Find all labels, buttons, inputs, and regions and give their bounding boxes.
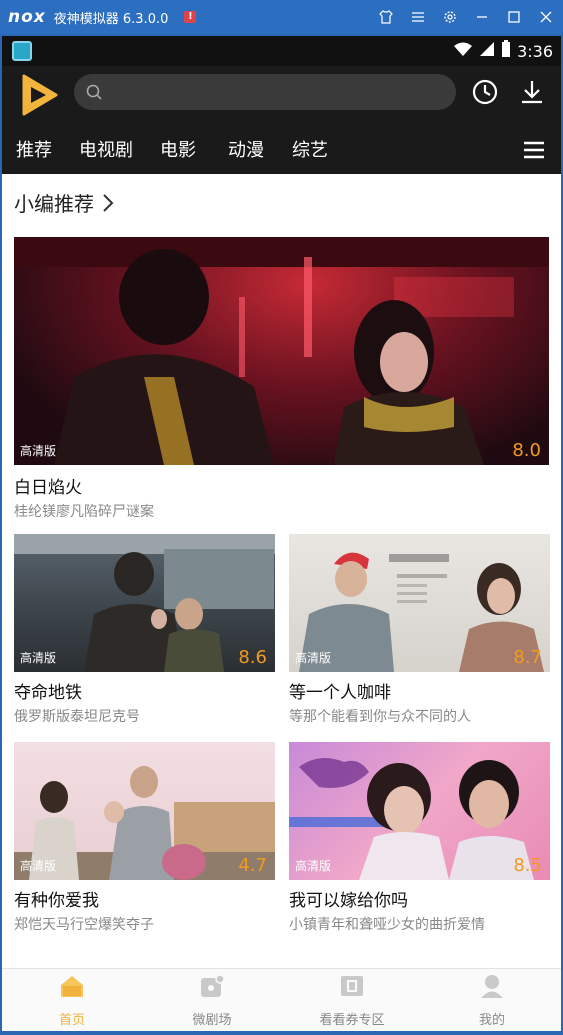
app-header bbox=[2, 66, 561, 128]
main-content: 小编推荐 高清版 8.0 白日焰火 桂纶镁廖凡陷碎尸谜案 高清版 8.6 夺命地… bbox=[2, 174, 561, 968]
card-title: 我可以嫁给你吗 bbox=[289, 891, 408, 911]
card-title: 白日焰火 bbox=[14, 478, 82, 498]
featured-card[interactable]: 高清版 8.0 白日焰火 桂纶镁廖凡陷碎尸谜案 bbox=[14, 237, 549, 527]
rating-score: 8.7 bbox=[513, 647, 542, 668]
android-statusbar: 3:36 bbox=[2, 36, 561, 66]
tab-variety[interactable]: 综艺 bbox=[292, 136, 328, 162]
rating-score: 4.7 bbox=[238, 855, 267, 876]
movie-thumbnail: 高清版 8.5 bbox=[289, 742, 550, 880]
movie-card[interactable]: 高清版 8.7 等一个人咖啡 等那个能看到你与众不同的人 bbox=[289, 534, 550, 734]
rating-score: 8.0 bbox=[512, 440, 541, 461]
tab-movies[interactable]: 电影 bbox=[160, 136, 196, 162]
card-subtitle: 郑恺天马行空爆笑夺子 bbox=[14, 917, 154, 933]
clock-time: 3:36 bbox=[517, 41, 553, 61]
hd-badge: 高清版 bbox=[20, 651, 57, 665]
movie-thumbnail: 高清版 4.7 bbox=[14, 742, 275, 880]
nav-profile[interactable]: 我的 bbox=[432, 973, 552, 1028]
alert-icon[interactable]: ! bbox=[184, 11, 197, 23]
status-indicators: 3:36 bbox=[453, 36, 553, 66]
skin-icon[interactable] bbox=[377, 8, 395, 26]
featured-thumbnail: 高清版 8.0 bbox=[14, 237, 549, 465]
app-logo-icon[interactable] bbox=[16, 72, 62, 118]
nav-micro-theater[interactable]: 微剧场 bbox=[152, 973, 272, 1028]
search-input[interactable] bbox=[110, 74, 440, 110]
battery-icon bbox=[501, 40, 511, 62]
search-bar[interactable] bbox=[74, 74, 456, 110]
ticket-icon bbox=[341, 976, 363, 996]
history-clock-icon[interactable] bbox=[471, 78, 499, 106]
chevron-right-icon bbox=[103, 193, 114, 212]
emulator-logo: nox bbox=[8, 7, 46, 27]
rating-score: 8.5 bbox=[513, 855, 542, 876]
bottom-navigation: 首页 微剧场 看看券专区 我的 bbox=[2, 968, 561, 1031]
menu-lines-icon[interactable] bbox=[409, 8, 427, 26]
hd-badge: 高清版 bbox=[295, 859, 332, 873]
category-tabs: 推荐 电视剧 电影 动漫 综艺 bbox=[2, 128, 561, 174]
tab-anime[interactable]: 动漫 bbox=[228, 136, 264, 162]
close-icon[interactable] bbox=[537, 8, 555, 26]
card-subtitle: 桂纶镁廖凡陷碎尸谜案 bbox=[14, 504, 154, 520]
nav-label: 我的 bbox=[478, 1013, 505, 1028]
emulator-titlebar: nox 夜神模拟器 6.3.0.0 ! bbox=[0, 0, 563, 34]
nav-home[interactable]: 首页 bbox=[12, 973, 132, 1028]
movie-thumbnail: 高清版 8.6 bbox=[14, 534, 275, 672]
wifi-icon bbox=[453, 41, 473, 61]
movie-card[interactable]: 高清版 8.6 夺命地铁 俄罗斯版泰坦尼克号 bbox=[14, 534, 275, 734]
hd-badge: 高清版 bbox=[20, 859, 57, 873]
tab-tv-series[interactable]: 电视剧 bbox=[79, 136, 133, 162]
minimize-icon[interactable] bbox=[473, 8, 491, 26]
nav-label: 首页 bbox=[58, 1013, 85, 1028]
search-icon bbox=[86, 84, 102, 100]
maximize-icon[interactable] bbox=[505, 8, 523, 26]
user-icon bbox=[481, 975, 503, 998]
phone-screen: 3:36 推荐 电视剧 电影 动漫 综艺 小编推荐 高清版 8.0 白日焰火 桂… bbox=[2, 36, 561, 1031]
nox-app-icon bbox=[12, 41, 32, 61]
tab-recommend[interactable]: 推荐 bbox=[16, 136, 52, 162]
nav-label: 看看券专区 bbox=[319, 1013, 385, 1028]
nav-coupon-zone[interactable]: 看看券专区 bbox=[292, 973, 412, 1028]
home-icon bbox=[61, 976, 83, 997]
hd-badge: 高清版 bbox=[20, 444, 57, 458]
emulator-title: 夜神模拟器 6.3.0.0 bbox=[53, 11, 169, 27]
movie-card[interactable]: 高清版 4.7 有种你爱我 郑恺天马行空爆笑夺子 bbox=[14, 742, 275, 942]
settings-gear-icon[interactable] bbox=[441, 8, 459, 26]
featured-poster-art bbox=[14, 237, 549, 465]
rating-score: 8.6 bbox=[238, 647, 267, 668]
card-subtitle: 俄罗斯版泰坦尼克号 bbox=[14, 709, 140, 725]
section-title: 小编推荐 bbox=[14, 192, 94, 216]
nav-label: 微剧场 bbox=[192, 1013, 232, 1028]
card-title: 夺命地铁 bbox=[14, 683, 82, 703]
signal-icon bbox=[479, 41, 495, 61]
theater-icon bbox=[201, 974, 225, 997]
section-header[interactable]: 小编推荐 bbox=[14, 188, 114, 217]
download-icon[interactable] bbox=[518, 78, 546, 106]
card-title: 等一个人咖啡 bbox=[289, 683, 391, 703]
hamburger-menu-icon[interactable] bbox=[523, 140, 545, 160]
card-subtitle: 等那个能看到你与众不同的人 bbox=[289, 709, 471, 725]
emulator-window-controls bbox=[377, 0, 555, 34]
movie-card[interactable]: 高清版 8.5 我可以嫁给你吗 小镇青年和聋哑少女的曲折爱情 bbox=[289, 742, 550, 942]
movie-thumbnail: 高清版 8.7 bbox=[289, 534, 550, 672]
hd-badge: 高清版 bbox=[295, 651, 332, 665]
card-title: 有种你爱我 bbox=[14, 891, 99, 911]
card-subtitle: 小镇青年和聋哑少女的曲折爱情 bbox=[289, 917, 485, 933]
